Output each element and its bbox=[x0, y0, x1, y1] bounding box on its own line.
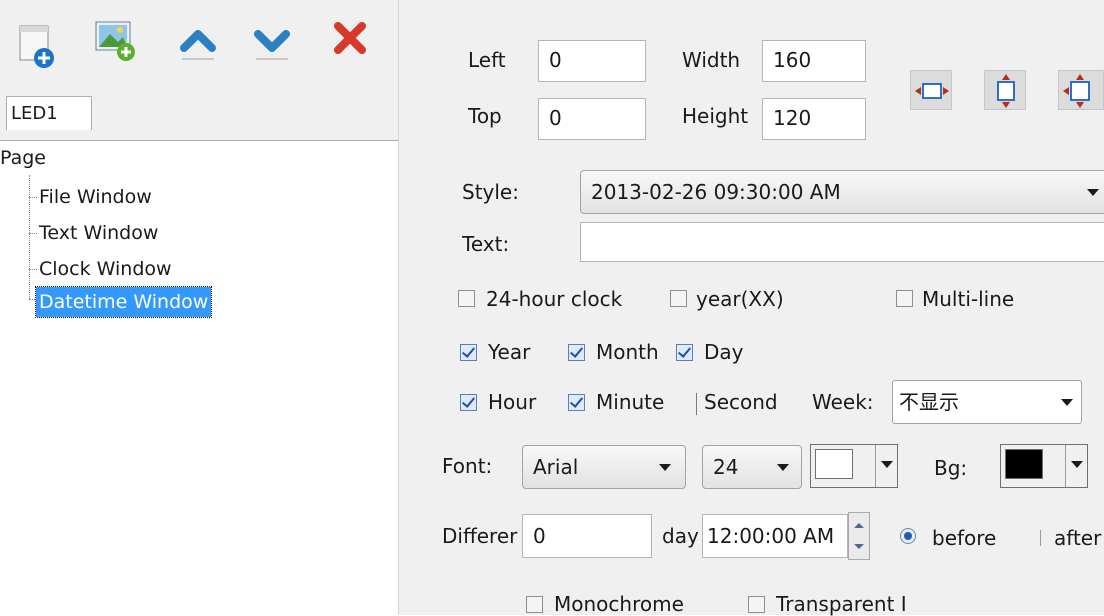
left-pane: LED1 Page File Window Text Window Clock … bbox=[0, 0, 398, 616]
time-spinner[interactable] bbox=[848, 512, 870, 560]
font-size-select[interactable]: 24 bbox=[702, 445, 802, 489]
chevron-down-icon bbox=[1065, 445, 1087, 487]
fill-width-button[interactable] bbox=[910, 70, 952, 110]
chevron-down-icon bbox=[777, 464, 789, 471]
screen-tab-led1[interactable]: LED1 bbox=[6, 96, 92, 130]
chevron-down-icon bbox=[875, 445, 897, 487]
window-tree: Page File Window Text Window Clock Windo… bbox=[0, 140, 398, 616]
before-radio[interactable] bbox=[900, 528, 916, 544]
width-input[interactable]: 160 bbox=[762, 40, 866, 82]
move-down-icon[interactable] bbox=[250, 14, 300, 74]
week-select[interactable]: 不显示 bbox=[892, 380, 1082, 424]
font-family-value: Arial bbox=[533, 455, 579, 479]
tree-item-text-window[interactable]: Text Window bbox=[36, 218, 161, 248]
year-xx-checkbox[interactable] bbox=[670, 290, 687, 307]
font-label: Font: bbox=[442, 454, 493, 478]
chevron-down-icon bbox=[659, 464, 671, 471]
move-up-icon[interactable] bbox=[176, 14, 226, 74]
minute-checkbox[interactable] bbox=[568, 394, 585, 411]
month-label: Month bbox=[596, 340, 659, 364]
difference-label: Differer bbox=[442, 524, 518, 548]
fill-both-icon bbox=[1063, 74, 1090, 108]
year-checkbox[interactable] bbox=[460, 344, 477, 361]
bg-color-swatch bbox=[1005, 449, 1043, 479]
after-label: after bbox=[1054, 526, 1102, 550]
spin-down-icon[interactable] bbox=[854, 544, 864, 549]
week-label: Week: bbox=[812, 390, 874, 414]
tree-item-datetime-window[interactable]: Datetime Window bbox=[34, 286, 213, 318]
minute-label: Minute bbox=[596, 390, 665, 414]
week-select-value: 不显示 bbox=[899, 390, 959, 414]
top-label: Top bbox=[468, 104, 502, 128]
monochrome-checkbox[interactable] bbox=[526, 596, 543, 613]
delete-icon[interactable] bbox=[330, 14, 380, 74]
style-select[interactable]: 2013-02-26 09:30:00 AM bbox=[580, 170, 1104, 214]
font-size-value: 24 bbox=[713, 455, 739, 479]
left-label: Left bbox=[468, 48, 506, 72]
height-input[interactable]: 120 bbox=[762, 98, 866, 140]
transparent-label: Transparent I bbox=[776, 592, 907, 616]
height-label: Height bbox=[682, 104, 749, 128]
hour-checkbox[interactable] bbox=[460, 394, 477, 411]
after-radio[interactable] bbox=[1040, 530, 1043, 546]
bg-label: Bg: bbox=[934, 456, 968, 480]
properties-pane: Left 0 Top 0 Width 160 Height 120 Style:… bbox=[412, 0, 1104, 616]
day-unit-label: day bbox=[662, 524, 699, 548]
tree-connector bbox=[29, 175, 30, 299]
difference-time-input[interactable]: 12:00:00 AM bbox=[702, 514, 848, 558]
text-label: Text: bbox=[462, 232, 510, 256]
month-checkbox[interactable] bbox=[568, 344, 585, 361]
multiline-label: Multi-line bbox=[922, 287, 1015, 311]
width-label: Width bbox=[682, 48, 741, 72]
day-checkbox[interactable] bbox=[676, 344, 693, 361]
second-checkbox-edge[interactable] bbox=[694, 393, 697, 415]
fill-height-button[interactable] bbox=[984, 70, 1026, 110]
tree-item-file-window[interactable]: File Window bbox=[36, 182, 155, 212]
fill-both-button[interactable] bbox=[1058, 70, 1104, 110]
multiline-checkbox[interactable] bbox=[896, 290, 913, 307]
style-label: Style: bbox=[462, 180, 519, 204]
text-input[interactable] bbox=[580, 222, 1104, 262]
clock24-checkbox[interactable] bbox=[458, 290, 475, 307]
chevron-down-icon bbox=[1061, 399, 1073, 406]
chevron-down-icon bbox=[1087, 189, 1099, 196]
year-label: Year bbox=[488, 340, 531, 364]
hour-label: Hour bbox=[488, 390, 537, 414]
transparent-checkbox[interactable] bbox=[748, 596, 765, 613]
before-label: before bbox=[932, 526, 997, 550]
new-window-icon[interactable] bbox=[14, 16, 64, 76]
add-picture-icon[interactable] bbox=[90, 10, 140, 70]
clock24-label: 24-hour clock bbox=[486, 287, 623, 311]
monochrome-label: Monochrome bbox=[554, 592, 684, 616]
font-color-swatch bbox=[815, 449, 853, 479]
difference-input[interactable]: 0 bbox=[522, 514, 652, 558]
tree-root-page[interactable]: Page bbox=[0, 147, 46, 169]
day-label: Day bbox=[704, 340, 744, 364]
fill-height-icon bbox=[997, 74, 1015, 108]
bg-color-button[interactable] bbox=[1000, 444, 1088, 488]
fill-width-icon bbox=[915, 83, 949, 99]
font-color-button[interactable] bbox=[810, 444, 898, 488]
year-xx-label: year(XX) bbox=[696, 287, 784, 311]
top-input[interactable]: 0 bbox=[538, 98, 646, 140]
pane-splitter[interactable] bbox=[398, 0, 412, 615]
tree-item-clock-window[interactable]: Clock Window bbox=[36, 254, 175, 284]
toolbar: LED1 bbox=[0, 0, 398, 140]
second-label: Second bbox=[704, 390, 778, 414]
left-input[interactable]: 0 bbox=[538, 40, 646, 82]
spin-up-icon[interactable] bbox=[854, 523, 864, 528]
font-family-select[interactable]: Arial bbox=[522, 445, 686, 489]
style-select-value: 2013-02-26 09:30:00 AM bbox=[591, 180, 841, 204]
